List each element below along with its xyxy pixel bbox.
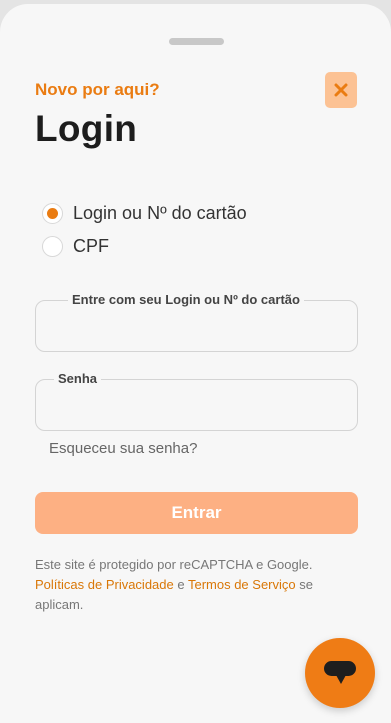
- close-icon: [334, 83, 348, 97]
- signup-prompt[interactable]: Novo por aqui?: [35, 80, 160, 100]
- radio-button-unselected[interactable]: [42, 236, 63, 257]
- submit-button[interactable]: Entrar: [35, 492, 358, 534]
- radio-label-cpf: CPF: [73, 236, 109, 256]
- radio-label-login: Login ou Nº do cartão: [73, 203, 247, 223]
- radio-dot: [47, 208, 58, 219]
- drag-handle[interactable]: [169, 38, 224, 45]
- legal-text-1: Este site é protegido por reCAPTCHA e Go…: [35, 557, 313, 572]
- password-field[interactable]: Senha: [35, 371, 358, 431]
- chat-button[interactable]: [305, 638, 375, 708]
- forgot-password-link[interactable]: Esqueceu sua senha?: [49, 440, 197, 457]
- close-button[interactable]: [325, 72, 357, 108]
- login-field[interactable]: Entre com seu Login ou Nº do cartão: [35, 292, 358, 352]
- page-title: Login: [35, 108, 138, 149]
- radio-option-cpf[interactable]: CPF: [42, 236, 109, 257]
- password-input[interactable]: [50, 394, 343, 418]
- chat-bubble-icon: [324, 661, 356, 684]
- radio-button-selected[interactable]: [42, 203, 63, 224]
- login-field-label: Entre com seu Login ou Nº do cartão: [68, 292, 304, 307]
- terms-of-service-link[interactable]: Termos de Serviço: [188, 577, 296, 592]
- recaptcha-notice: Este site é protegido por reCAPTCHA e Go…: [35, 555, 355, 615]
- login-sheet: Novo por aqui? Login Login ou Nº do cart…: [0, 4, 391, 723]
- privacy-policy-link[interactable]: Políticas de Privacidade: [35, 577, 174, 592]
- login-input[interactable]: [50, 315, 343, 339]
- password-field-label: Senha: [54, 371, 102, 386]
- legal-conjunction: e: [173, 577, 188, 592]
- radio-option-login[interactable]: Login ou Nº do cartão: [42, 203, 247, 224]
